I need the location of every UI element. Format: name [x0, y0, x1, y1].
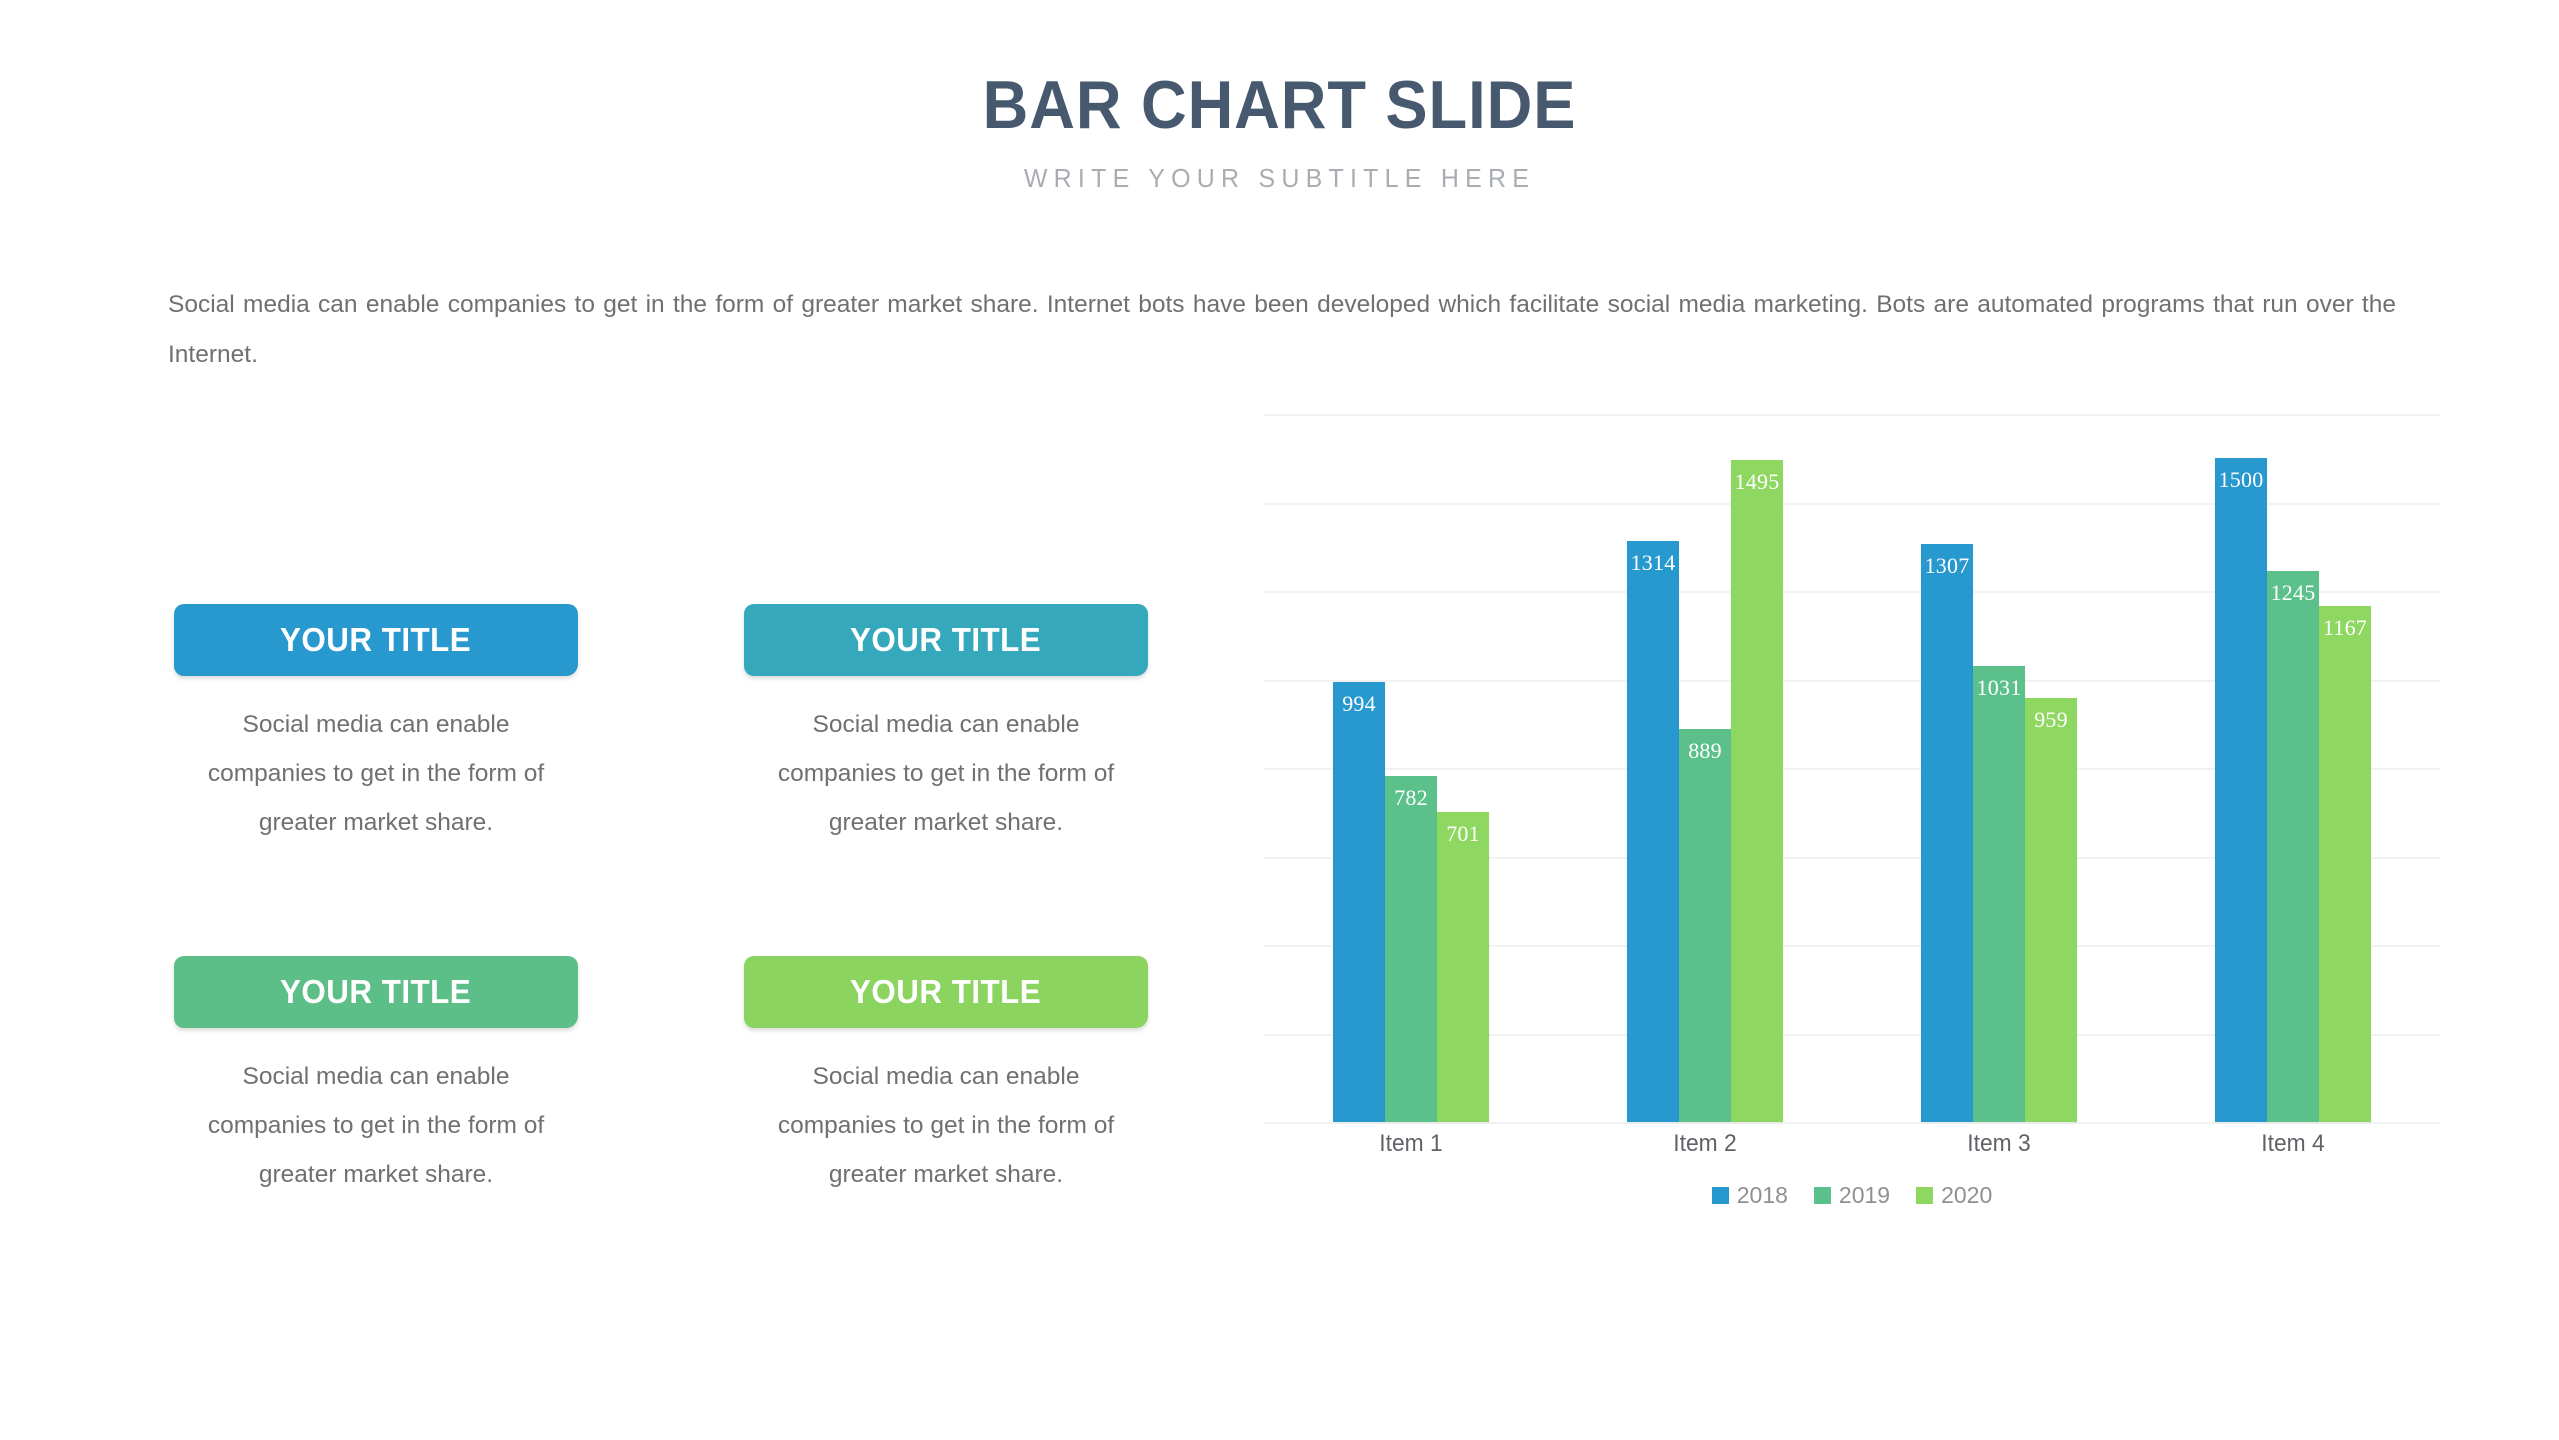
bar-value-label: 701 [1446, 820, 1480, 846]
bar-value-label: 782 [1394, 784, 1428, 810]
x-axis-label-item-1: Item 1 [1379, 1130, 1443, 1157]
bar-value-label: 1245 [2270, 580, 2316, 606]
bar-group: 1500 1245 1167 [2146, 414, 2440, 1122]
feature-badge-4[interactable]: YOUR TITLE [744, 956, 1148, 1028]
bar-value-label: 1314 [1630, 549, 1676, 575]
bar-value-label: 1500 [2218, 467, 2264, 493]
bar-2018-item-3[interactable]: 1307 [1921, 543, 1973, 1122]
legend-label: 2018 [1736, 1182, 1788, 1208]
bar-value-label: 1495 [1734, 469, 1780, 495]
bar-2019-item-1[interactable]: 782 [1385, 775, 1437, 1122]
bar-value-label: 994 [1342, 691, 1376, 717]
bar-2018-item-2[interactable]: 1314 [1627, 540, 1679, 1122]
bar-value-label: 1307 [1924, 552, 1970, 578]
bar-2019-item-3[interactable]: 1031 [1973, 665, 2025, 1122]
chart-x-axis-labels: Item 1 Item 2 Item 3 Item 4 [1264, 1130, 2440, 1158]
bar-2018-item-1[interactable]: 994 [1333, 682, 1385, 1122]
feature-badge-label: YOUR TITLE [850, 621, 1042, 658]
legend-item-2018[interactable]: 2018 [1711, 1182, 1788, 1209]
gridline [1264, 1122, 2440, 1124]
feature-body-1: Social media can enable companies to get… [207, 711, 545, 836]
feature-badge-label: YOUR TITLE [280, 973, 472, 1010]
page-title: BAR CHART SLIDE [982, 67, 1577, 143]
legend-item-2019[interactable]: 2019 [1813, 1182, 1891, 1209]
legend-swatch-icon [1813, 1187, 1831, 1204]
bar-group: 1314 889 1495 [1558, 414, 1852, 1122]
feature-body-3: Social media can enable companies to get… [207, 1063, 545, 1188]
feature-card-1: YOUR TITLE Social media can enable compa… [174, 604, 578, 847]
slide-header: BAR CHART SLIDE WRITE YOUR SUBTITLE HERE [0, 67, 2559, 194]
bar-2020-item-3[interactable]: 959 [2025, 697, 2077, 1122]
feature-card-2: YOUR TITLE Social media can enable compa… [744, 604, 1148, 847]
bar-value-label: 959 [2034, 706, 2068, 732]
legend-label: 2019 [1838, 1182, 1891, 1208]
bar-chart: 994 782 701 1314 889 1495 1307 1031 959 1500 1245 1… [1264, 414, 2440, 1124]
x-axis-label-item-4: Item 4 [2261, 1130, 2325, 1157]
feature-badge-label: YOUR TITLE [850, 973, 1042, 1010]
feature-body-4: Social media can enable companies to get… [777, 1063, 1115, 1188]
feature-card-4: YOUR TITLE Social media can enable compa… [744, 956, 1148, 1199]
legend-swatch-icon [1711, 1187, 1729, 1204]
feature-badge-2[interactable]: YOUR TITLE [744, 604, 1148, 676]
feature-card-3: YOUR TITLE Social media can enable compa… [174, 956, 578, 1199]
x-axis-label-item-3: Item 3 [1967, 1130, 2031, 1157]
legend-label: 2020 [1941, 1182, 1993, 1208]
page-subtitle: WRITE YOUR SUBTITLE HERE [1023, 163, 1536, 194]
bar-value-label: 1031 [1976, 674, 2022, 700]
bar-value-label: 889 [1688, 737, 1722, 763]
bar-2018-item-4[interactable]: 1500 [2215, 458, 2267, 1122]
bar-2019-item-4[interactable]: 1245 [2267, 571, 2319, 1122]
bar-2020-item-4[interactable]: 1167 [2319, 605, 2371, 1122]
feature-badge-label: YOUR TITLE [280, 621, 472, 658]
feature-badge-3[interactable]: YOUR TITLE [174, 956, 578, 1028]
bar-2019-item-2[interactable]: 889 [1679, 728, 1731, 1122]
legend-item-2020[interactable]: 2020 [1916, 1182, 1992, 1209]
bar-group: 1307 1031 959 [1852, 414, 2146, 1122]
chart-legend: 2018 2019 2020 [1264, 1182, 2440, 1209]
chart-plot-area: 994 782 701 1314 889 1495 1307 1031 959 1500 1245 1… [1264, 414, 2440, 1122]
intro-paragraph: Social media can enable companies to get… [168, 291, 2396, 368]
bar-2020-item-2[interactable]: 1495 [1731, 460, 1783, 1122]
x-axis-label-item-2: Item 2 [1673, 1130, 1737, 1157]
bar-value-label: 1167 [2323, 614, 2367, 640]
bar-2020-item-1[interactable]: 701 [1437, 811, 1489, 1122]
feature-badge-1[interactable]: YOUR TITLE [174, 604, 578, 676]
legend-swatch-icon [1916, 1187, 1934, 1204]
feature-body-2: Social media can enable companies to get… [777, 711, 1115, 836]
bar-group: 994 782 701 [1264, 414, 1558, 1122]
